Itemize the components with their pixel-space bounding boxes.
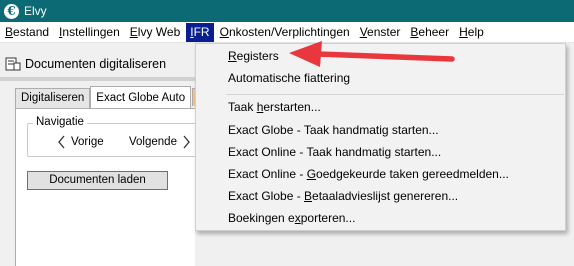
- previous-button[interactable]: Vorige: [56, 133, 104, 151]
- next-label: Volgende: [129, 136, 177, 148]
- elvy-logo-icon: €: [4, 3, 19, 19]
- menu-elvy-web[interactable]: Elvy Web: [126, 23, 184, 42]
- menuitem-boekingen-exporteren[interactable]: Boekingen exporteren...: [196, 207, 565, 229]
- chevron-left-icon: [58, 135, 65, 149]
- document-title-label: Documenten digitaliseren: [25, 57, 167, 71]
- menu-separator: [226, 94, 564, 95]
- document-header-divider: [0, 77, 200, 81]
- menu-onkosten-verplichtingen[interactable]: Onkosten/Verplichtingen: [216, 23, 354, 42]
- tab-digitaliseren[interactable]: Digitaliseren: [15, 88, 91, 108]
- document-window-title: Documenten digitaliseren: [0, 51, 200, 77]
- scanner-icon: [5, 57, 21, 71]
- menu-help[interactable]: Help: [455, 23, 488, 42]
- menu-ifr[interactable]: IFR: [186, 22, 214, 42]
- menu-venster[interactable]: Venster: [356, 23, 405, 42]
- navigation-legend: Navigatie: [33, 116, 87, 128]
- menuitem-automatische-fiattering[interactable]: Automatische fiattering: [196, 67, 565, 89]
- tab-strip: Digitaliseren Exact Globe Auto: [15, 86, 199, 108]
- menu-bar: Bestand Instellingen Elvy Web IFR Onkost…: [0, 22, 574, 43]
- menu-instellingen[interactable]: Instellingen: [55, 23, 124, 42]
- menuitem-taak-herstarten[interactable]: Taak herstarten...: [196, 96, 565, 118]
- menuitem-exact-online-goedgekeurde-taken[interactable]: Exact Online - Goedgekeurde taken gereed…: [196, 163, 565, 185]
- ifr-dropdown-menu: Registers Automatische fiattering Taak h…: [195, 43, 566, 231]
- menuitem-exact-globe-taak-handmatig[interactable]: Exact Globe - Taak handmatig starten...: [196, 119, 565, 141]
- menuitem-exact-online-taak-handmatig[interactable]: Exact Online - Taak handmatig starten...: [196, 141, 565, 163]
- window-title: Elvy: [24, 4, 47, 18]
- previous-label: Vorige: [71, 136, 104, 148]
- next-button[interactable]: Volgende: [129, 133, 192, 151]
- menu-bestand[interactable]: Bestand: [1, 23, 53, 42]
- load-documents-button[interactable]: Documenten laden: [27, 171, 168, 190]
- menu-beheer[interactable]: Beheer: [406, 23, 453, 42]
- tab-exact-globe-auto[interactable]: Exact Globe Auto: [90, 86, 192, 108]
- menuitem-exact-globe-betaaladvieslijst[interactable]: Exact Globe - Betaaladvieslijst generere…: [196, 185, 565, 207]
- title-bar: € Elvy: [0, 0, 574, 22]
- chevron-right-icon: [183, 135, 190, 149]
- menuitem-registers[interactable]: Registers: [196, 45, 565, 67]
